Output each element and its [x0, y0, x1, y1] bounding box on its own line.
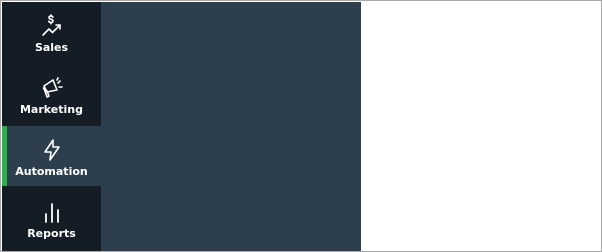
- sidebar-item-label: Marketing: [19, 103, 83, 116]
- sidebar-item-sales[interactable]: Sales: [2, 2, 101, 62]
- sidebar-item-label: Sales: [34, 41, 69, 54]
- megaphone-icon: [40, 76, 64, 100]
- sidebar-nav: Sales Marketing Automation Reports: [2, 2, 101, 251]
- bar-chart-icon: [40, 200, 64, 224]
- sidebar-item-automation[interactable]: Automation: [2, 126, 101, 186]
- sidebar-item-label: Reports: [27, 227, 76, 240]
- sales-icon: [40, 14, 64, 38]
- app-window: Sales Marketing Automation Reports: [0, 0, 602, 252]
- sidebar-item-marketing[interactable]: Marketing: [2, 64, 101, 124]
- lightning-icon: [40, 138, 64, 162]
- automation-panel: [101, 2, 361, 251]
- sidebar-item-reports[interactable]: Reports: [2, 188, 101, 248]
- main-content: [361, 2, 601, 251]
- sidebar-item-label: Automation: [15, 165, 88, 178]
